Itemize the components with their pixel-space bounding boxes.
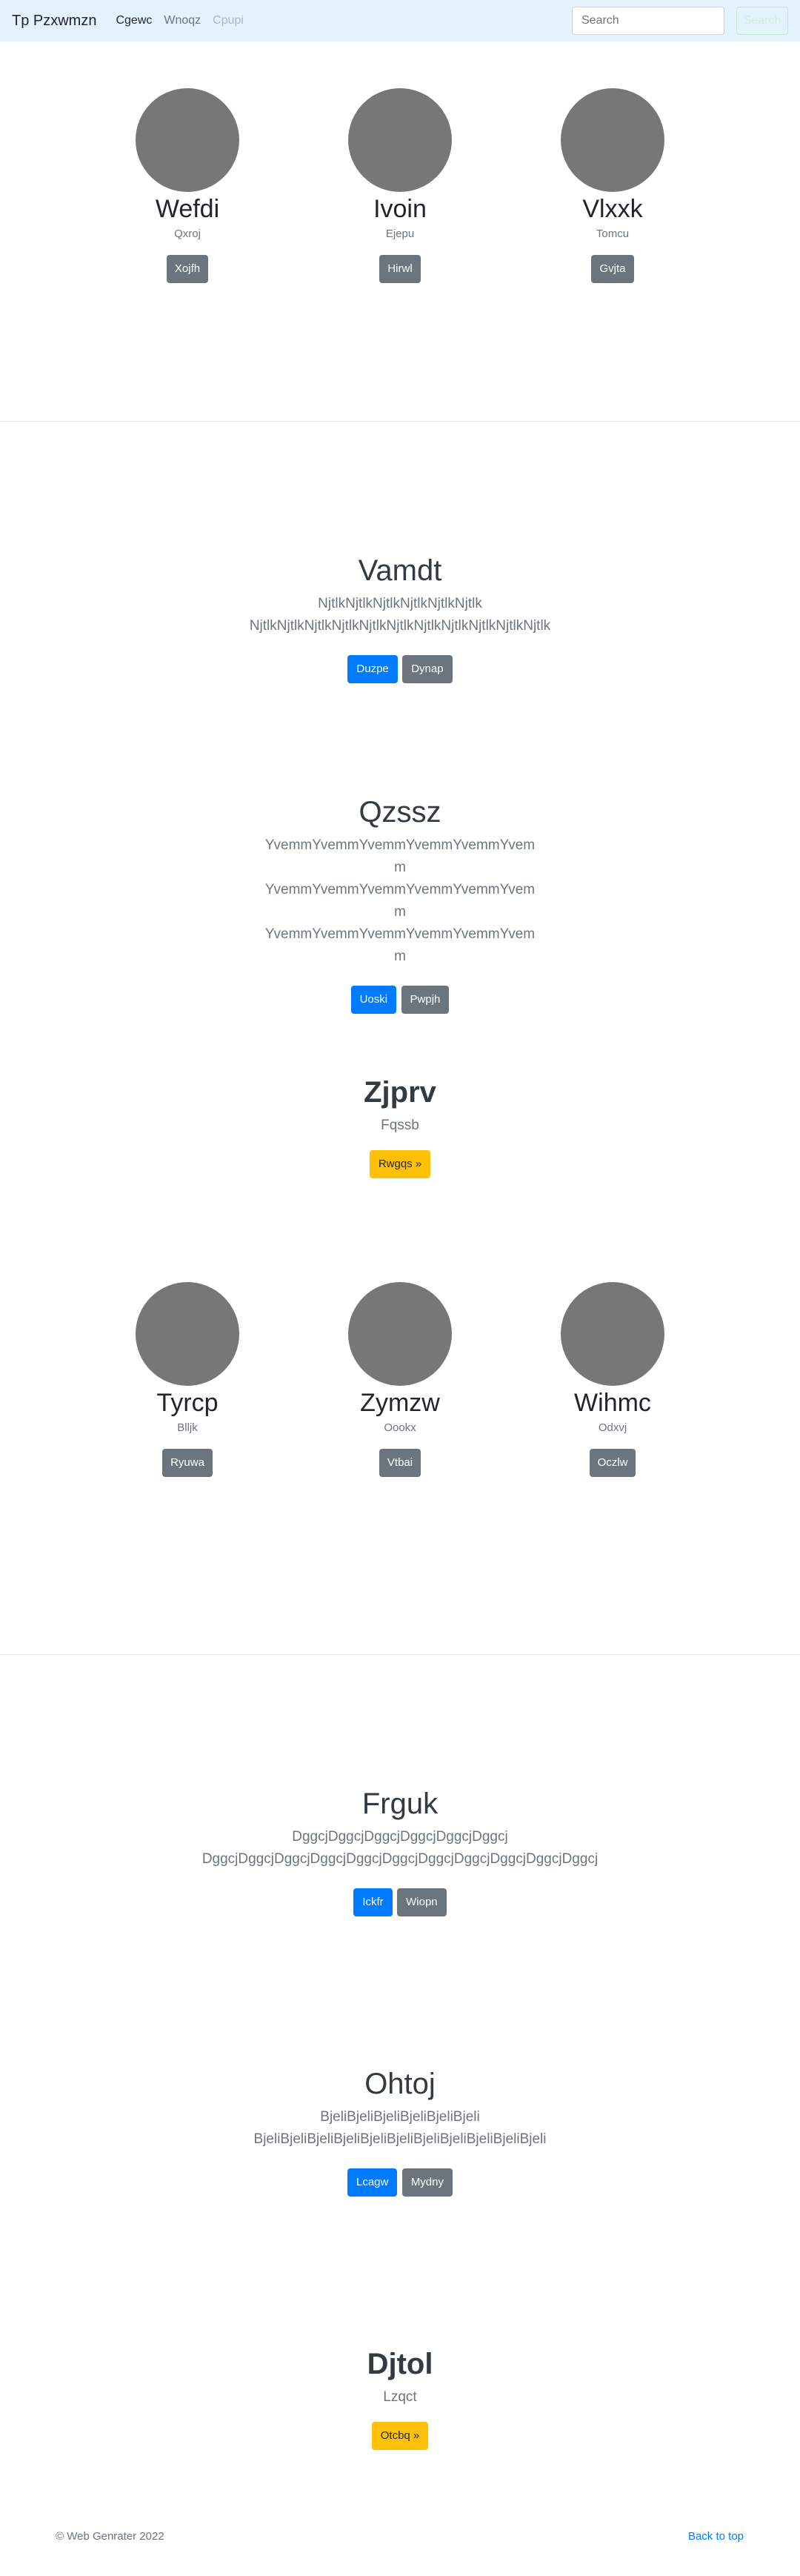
secondary-button[interactable]: Wiopn: [397, 1888, 447, 1916]
copyright-text: © Web Genrater 2022: [56, 2530, 164, 2543]
cta-section-1: Zjprv Fqssb Rwgqs »: [0, 1075, 800, 1282]
primary-button[interactable]: Lcagw: [347, 2168, 398, 2197]
profile-card: Tyrcp Blljk Ryuwa: [113, 1282, 261, 1477]
profile-card: Zymzw Oookx Vtbai: [326, 1282, 474, 1477]
jumbotron-2: Qzssz YvemmYvemmYvemmYvemmYvemmYvemm Yve…: [0, 794, 800, 1075]
nav-link-3: Cpupi: [213, 14, 244, 27]
profile-button[interactable]: Oczlw: [589, 1449, 636, 1477]
primary-button[interactable]: Uoski: [350, 986, 397, 1014]
profile-subtitle: Oookx: [384, 1421, 416, 1434]
secondary-button[interactable]: Pwpjh: [401, 986, 450, 1014]
jumbotron-text: DggcjDggcjDggcjDggcjDggcjDggcj DggcjDggc…: [201, 1829, 599, 1867]
navbar: Tp Pzxwmzn Cgewc Wnoqz Cpupi Search: [0, 0, 800, 42]
jumbotron-text: YvemmYvemmYvemmYvemmYvemmYvemm YvemmYvem…: [264, 837, 536, 964]
profile-subtitle: Odxvj: [598, 1421, 627, 1434]
avatar: [136, 1282, 239, 1386]
profile-card: Wefdi Qxroj Xojfh: [113, 88, 261, 283]
back-to-top-link[interactable]: Back to top: [688, 2530, 744, 2543]
profile-button[interactable]: Gvjta: [591, 255, 634, 283]
profiles-section-2: Tyrcp Blljk Ryuwa Zymzw Oookx Vtbai Wihm…: [0, 1282, 800, 1655]
jumbotron-title: Vamdt: [358, 554, 442, 587]
cta-button[interactable]: Rwgqs »: [369, 1150, 431, 1178]
secondary-button[interactable]: Dynap: [402, 655, 453, 683]
search-button[interactable]: Search: [736, 7, 788, 35]
cta-title: Djtol: [367, 2348, 433, 2380]
profile-subtitle: Blljk: [177, 1421, 198, 1434]
jumbotron-1: Vamdt NjtlkNjtlkNjtlkNjtlkNjtlkNjtlk Njt…: [0, 422, 800, 794]
nav-link-1[interactable]: Cgewc: [116, 14, 152, 27]
jumbotron-3: Frguk DggcjDggcjDggcjDggcjDggcjDggcj Dgg…: [0, 1655, 800, 2066]
cta-title: Zjprv: [364, 1076, 436, 1109]
navbar-brand[interactable]: Tp Pzxwmzn: [12, 13, 96, 30]
profiles-section-1: Wefdi Qxroj Xojfh Ivoin Ejepu Hirwl Vlxx…: [0, 42, 800, 422]
profile-card: Wihmc Odxvj Oczlw: [539, 1282, 687, 1477]
avatar: [561, 88, 664, 192]
footer: © Web Genrater 2022 Back to top: [0, 2517, 800, 2576]
avatar: [348, 88, 452, 192]
profile-name: Tyrcp: [156, 1389, 219, 1417]
secondary-button[interactable]: Mydny: [401, 2168, 453, 2197]
search-input[interactable]: [572, 7, 724, 35]
jumbotron-title: Ohtoj: [364, 2068, 436, 2100]
cta-subtitle: Fqssb: [381, 1118, 419, 1133]
profile-name: Ivoin: [373, 195, 427, 223]
profile-name: Zymzw: [360, 1389, 440, 1417]
primary-button[interactable]: Ickfr: [353, 1888, 393, 1916]
profile-subtitle: Tomcu: [596, 228, 630, 240]
cta-button[interactable]: Otcbq »: [371, 2422, 429, 2450]
primary-button[interactable]: Duzpe: [347, 655, 398, 683]
jumbotron-4: Ohtoj BjeliBjeliBjeliBjeliBjeliBjeli Bje…: [0, 2066, 800, 2346]
cta-subtitle: Lzqct: [383, 2389, 417, 2405]
cta-section-2: Djtol Lzqct Otcbq »: [0, 2346, 800, 2517]
profile-name: Wefdi: [155, 195, 220, 223]
profile-subtitle: Ejepu: [385, 228, 415, 240]
profile-button[interactable]: Xojfh: [166, 255, 209, 283]
jumbotron-buttons: Ickfr Wiopn: [0, 1888, 800, 1916]
nav-link-2[interactable]: Wnoqz: [164, 14, 201, 27]
jumbotron-text: BjeliBjeliBjeliBjeliBjeliBjeli BjeliBjel…: [253, 2109, 547, 2147]
search-form: Search: [572, 7, 788, 35]
profile-name: Wihmc: [574, 1389, 651, 1417]
jumbotron-text: NjtlkNjtlkNjtlkNjtlkNjtlkNjtlk NjtlkNjtl…: [249, 596, 551, 634]
jumbotron-title: Qzssz: [359, 796, 441, 829]
jumbotron-buttons: Uoski Pwpjh: [0, 986, 800, 1014]
profile-button[interactable]: Hirwl: [379, 255, 421, 283]
jumbotron-title: Frguk: [361, 1787, 439, 1820]
avatar: [136, 88, 239, 192]
profile-name: Vlxxk: [582, 195, 643, 223]
avatar: [561, 1282, 664, 1386]
jumbotron-buttons: Lcagw Mydny: [0, 2168, 800, 2197]
jumbotron-buttons: Duzpe Dynap: [0, 655, 800, 683]
avatar: [348, 1282, 452, 1386]
profile-button[interactable]: Ryuwa: [162, 1449, 213, 1477]
profile-subtitle: Qxroj: [174, 228, 201, 240]
profile-card: Vlxxk Tomcu Gvjta: [539, 88, 687, 283]
profile-card: Ivoin Ejepu Hirwl: [326, 88, 474, 283]
profile-button[interactable]: Vtbai: [379, 1449, 421, 1477]
